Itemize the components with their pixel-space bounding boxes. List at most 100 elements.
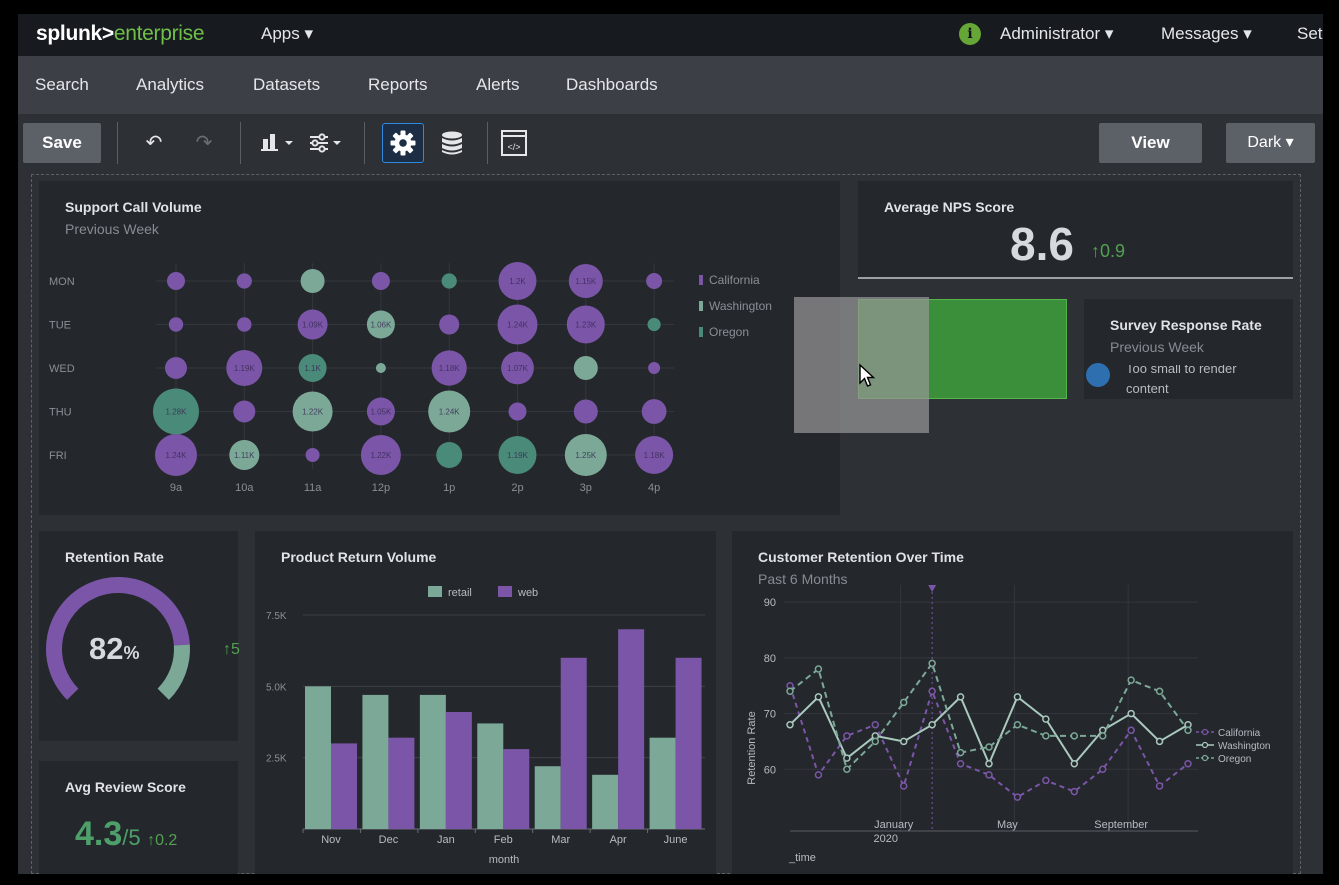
- y-tick-label: MON: [49, 276, 75, 288]
- logo-main: splunk>: [36, 22, 114, 45]
- series-point: [1013, 693, 1022, 701]
- nav-reports[interactable]: Reports: [368, 75, 428, 95]
- x-tick-label: 12p: [372, 482, 390, 494]
- bubble: [305, 448, 320, 462]
- toolbar-divider: [240, 122, 241, 164]
- legend-swatch: [699, 275, 703, 285]
- series-point: [1155, 737, 1164, 746]
- bar-web: [445, 712, 472, 829]
- bubble: [167, 272, 185, 290]
- series-point: [899, 698, 908, 707]
- panel-divider: [858, 277, 1293, 279]
- retention-delta: ↑5: [223, 641, 240, 658]
- bubble: [441, 273, 457, 289]
- y-tick-label: WED: [49, 363, 75, 375]
- x-tick-label: 4p: [648, 482, 660, 494]
- hover-marker: [928, 585, 937, 592]
- bubble: [233, 400, 256, 423]
- gear-icon: [390, 130, 416, 156]
- svg-text:</>: </>: [507, 142, 520, 152]
- nav-datasets[interactable]: Datasets: [253, 75, 320, 95]
- x-tick-label: Mar: [551, 834, 570, 846]
- x-tick-label: 1p: [443, 482, 455, 494]
- gauge-readout: 82%: [89, 631, 140, 667]
- average-nps-panel[interactable]: Average NPS Score 8.6 ↑0.9: [858, 181, 1293, 279]
- survey-response-panel[interactable]: Survey Response Rate Previous Week Too s…: [1084, 299, 1293, 399]
- splunk-logo[interactable]: splunk>enterprise: [36, 22, 205, 46]
- review-delta: ↑0.2: [147, 832, 178, 849]
- legend-label: California: [1218, 728, 1261, 739]
- series-point: [899, 737, 908, 746]
- legend-swatch: [699, 301, 703, 311]
- bubble: [436, 442, 463, 468]
- logo-suffix: enterprise: [113, 22, 205, 45]
- y-tick-label: 2.5K: [266, 754, 287, 765]
- series-point: [1013, 793, 1022, 801]
- legend-swatch: [498, 586, 512, 597]
- nav-alerts[interactable]: Alerts: [476, 75, 519, 95]
- bubble-label: 1.22K: [302, 408, 324, 417]
- y-tick-label: 7.5K: [266, 611, 287, 622]
- nav-dashboards[interactable]: Dashboards: [566, 75, 658, 95]
- toolbar-divider: [487, 122, 488, 164]
- x-tick-label: Jan: [437, 834, 455, 846]
- x-tick-label: September: [1094, 819, 1148, 831]
- avg-review-score-panel[interactable]: Avg Review Score 4.3/5 ↑0.2: [39, 761, 238, 874]
- bubble-chart[interactable]: MON TUE WED THU FRI 9a 10a 11a 12p 1p 2p 3p 4p 1.2K 1.…: [39, 181, 840, 515]
- series-point: [814, 771, 823, 779]
- bubble-label: 1.24K: [439, 408, 461, 417]
- app-nav-bar: Search Analytics Datasets Reports Alerts…: [18, 56, 1323, 114]
- info-icon[interactable]: i: [959, 23, 981, 45]
- top-bar: splunk>enterprise Apps ▾ i Administrator…: [18, 14, 1323, 56]
- source-code-icon[interactable]: </>: [498, 126, 530, 160]
- bubble: [236, 273, 252, 289]
- customer-retention-panel[interactable]: Customer Retention Over Time Past 6 Mont…: [732, 531, 1293, 874]
- bar-web: [560, 657, 587, 829]
- bubble-label: 1.2K: [509, 277, 526, 286]
- bar-chart[interactable]: 2.5K 5.0K 7.5K Nov Dec Jan Feb Mar Apr June month r…: [255, 531, 716, 874]
- add-chart-icon[interactable]: [258, 126, 300, 160]
- nav-search[interactable]: Search: [35, 75, 89, 95]
- gauge-remaining-arc: [157, 644, 190, 700]
- series-point: [956, 693, 965, 701]
- series-point: [1098, 732, 1107, 740]
- bubble: [508, 402, 527, 421]
- product-return-volume-panel[interactable]: Product Return Volume 2.5K 5.0K 7.5K Nov Dec…: [255, 531, 716, 874]
- data-sources-icon[interactable]: [436, 126, 468, 160]
- input-controls-icon[interactable]: [306, 126, 348, 160]
- support-call-volume-panel[interactable]: Support Call Volume Previous Week MON TUE…: [39, 181, 840, 515]
- undo-icon[interactable]: ↶: [138, 126, 170, 160]
- series-point: [899, 782, 908, 790]
- line-chart[interactable]: 60 70 80 90 January 2020 May September _time Rete…: [732, 531, 1293, 874]
- administrator-menu[interactable]: Administrator ▾: [1000, 24, 1113, 44]
- view-button[interactable]: View: [1099, 123, 1202, 163]
- settings-menu[interactable]: Set: [1297, 24, 1323, 44]
- series-point: [1127, 709, 1135, 718]
- theme-dropdown[interactable]: Dark ▾: [1226, 123, 1315, 163]
- configuration-button[interactable]: [382, 123, 424, 163]
- y-tick-label: 70: [764, 709, 776, 721]
- messages-menu[interactable]: Messages ▾: [1161, 24, 1252, 44]
- series-point: [1070, 732, 1079, 740]
- bubble-label: 1.19K: [234, 364, 256, 373]
- series-point: [1070, 787, 1079, 796]
- legend-label: Washington: [1218, 741, 1270, 752]
- y-tick-label: 60: [764, 764, 776, 776]
- bubble-label: 1.06K: [370, 321, 392, 330]
- bar-retail: [477, 723, 504, 829]
- x-tick-label: 9a: [170, 482, 183, 494]
- series-point: [871, 737, 880, 746]
- series-point: [1127, 676, 1135, 684]
- series-point: [843, 732, 851, 740]
- apps-menu[interactable]: Apps ▾: [261, 24, 313, 44]
- retention-rate-panel[interactable]: Retention Rate 82% ↑5: [39, 531, 240, 741]
- series-point: [1184, 726, 1192, 735]
- bubble: [646, 273, 663, 289]
- panel-subtitle: Previous Week: [1110, 339, 1204, 355]
- series-point: [786, 720, 794, 729]
- legend-label: Oregon: [709, 325, 749, 339]
- x-tick-label: June: [664, 834, 688, 846]
- nav-analytics[interactable]: Analytics: [136, 75, 204, 95]
- series-point: [843, 765, 851, 774]
- save-button[interactable]: Save: [23, 123, 101, 163]
